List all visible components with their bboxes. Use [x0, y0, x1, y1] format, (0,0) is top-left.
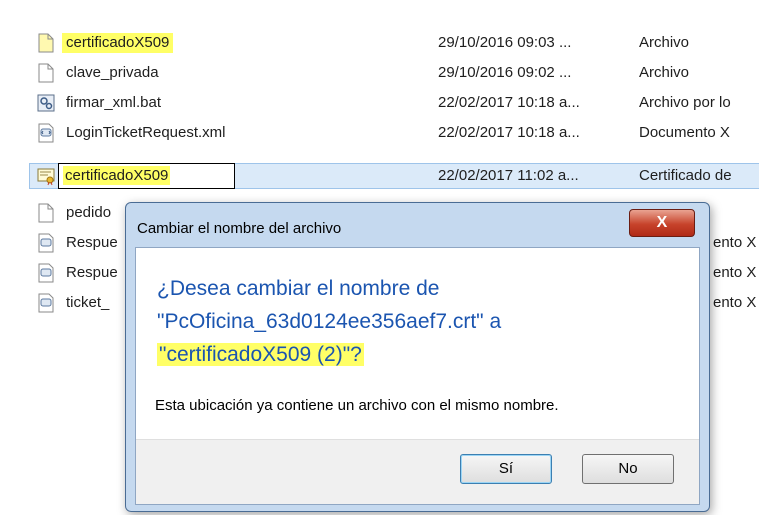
file-date: 22/02/2017 11:02 a... — [438, 167, 579, 184]
file-row[interactable]: LoginTicketRequest.xml 22/02/2017 10:18 … — [30, 120, 759, 146]
rename-input-value: certificadoX509 — [63, 166, 171, 185]
file-name: Respue — [66, 234, 118, 251]
no-button[interactable]: No — [582, 454, 674, 484]
file-type: Documento X — [639, 124, 730, 141]
dialog-title: Cambiar el nombre del archivo — [137, 220, 342, 237]
file-type: ento X — [713, 264, 757, 281]
file-name: firmar_xml.bat — [66, 94, 162, 111]
xml-file-icon — [38, 233, 54, 253]
file-type: ento X — [713, 234, 757, 251]
blank-file-icon — [38, 203, 54, 223]
file-name: pedido — [66, 204, 112, 221]
rename-input[interactable]: certificadoX509 — [58, 163, 235, 189]
batch-file-icon — [37, 94, 55, 112]
file-date: 22/02/2017 10:18 a... — [438, 124, 580, 141]
dialog-footer: Sí No — [136, 439, 699, 504]
blank-file-icon — [38, 63, 54, 83]
close-button[interactable]: X — [629, 209, 695, 237]
yes-button[interactable]: Sí — [460, 454, 552, 484]
xml-file-icon — [38, 123, 54, 143]
question-new-name: "certificadoX509 (2)"? — [157, 343, 364, 366]
file-type: Certificado de — [639, 167, 732, 184]
rename-conflict-dialog: Cambiar el nombre del archivo X ¿Desea c… — [125, 202, 710, 512]
blank-file-icon — [38, 33, 54, 53]
dialog-body: ¿Desea cambiar el nombre de "PcOficina_6… — [135, 247, 700, 505]
file-date: 29/10/2016 09:02 ... — [438, 64, 572, 81]
file-row[interactable]: firmar_xml.bat 22/02/2017 10:18 a... Arc… — [30, 90, 759, 116]
file-type: Archivo — [639, 64, 690, 81]
file-name: Respue — [66, 264, 118, 281]
question-line: ¿Desea cambiar el nombre de — [157, 277, 440, 300]
file-date: 29/10/2016 09:03 ... — [438, 34, 572, 51]
dialog-question: ¿Desea cambiar el nombre de "PcOficina_6… — [157, 272, 501, 371]
file-type: Archivo por lo — [639, 94, 731, 111]
file-name: clave_privada — [66, 64, 159, 81]
file-row[interactable]: certificadoX509 29/10/2016 09:03 ... Arc… — [30, 30, 759, 56]
file-name: ticket_ — [66, 294, 110, 311]
file-name: LoginTicketRequest.xml — [66, 124, 226, 141]
xml-file-icon — [38, 293, 54, 313]
file-type: ento X — [713, 294, 757, 311]
file-name: certificadoX509 — [62, 33, 174, 53]
file-row[interactable]: clave_privada 29/10/2016 09:02 ... Archi… — [30, 60, 759, 86]
certificate-file-icon — [37, 168, 55, 186]
dialog-message: Esta ubicación ya contiene un archivo co… — [155, 397, 559, 414]
question-line: "PcOficina_63d0124ee356aef7.crt" a — [157, 310, 502, 333]
xml-file-icon — [38, 263, 54, 283]
file-type: Archivo — [639, 34, 690, 51]
close-icon: X — [656, 214, 668, 231]
file-date: 22/02/2017 10:18 a... — [438, 94, 580, 111]
file-row-selected[interactable]: certificadoX509 22/02/2017 11:02 a... Ce… — [29, 163, 759, 189]
